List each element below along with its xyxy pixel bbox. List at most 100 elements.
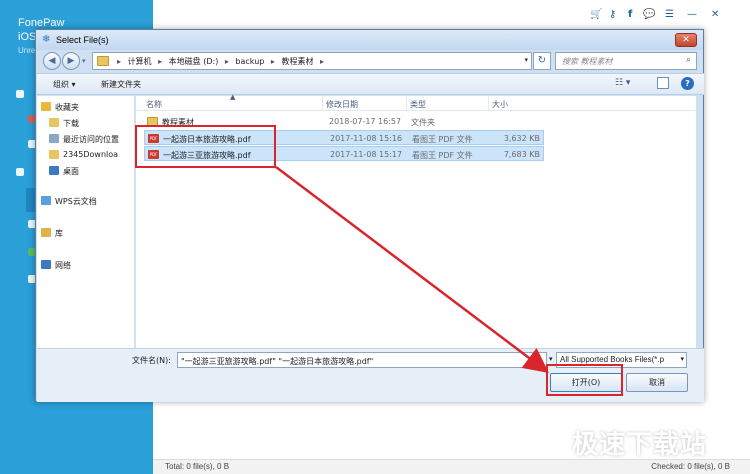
star-icon <box>41 102 51 111</box>
search-icon[interactable]: ⌕ <box>686 55 698 65</box>
app-header: 🛒 ⚷ f 💬 ☰ — ✕ <box>153 0 750 28</box>
device-icon[interactable] <box>16 90 24 98</box>
desktop-icon <box>49 166 59 175</box>
file-type-value: All Supported Books Files(*.p <box>560 355 665 364</box>
nav-item-label: 库 <box>55 229 63 238</box>
forward-button[interactable]: ▶ <box>62 52 80 70</box>
breadcrumb-current[interactable]: 教程素材 <box>281 57 313 66</box>
site-watermark: 极速下载站 <box>572 430 708 460</box>
folder-icon <box>97 56 109 66</box>
nav-item-label: 收藏夹 <box>55 103 79 112</box>
cart-icon[interactable]: 🛒 <box>590 9 602 20</box>
nav-item-label: 2345Downloa <box>63 150 119 159</box>
file-name: 一起游日本旅游攻略.pdf <box>163 135 251 144</box>
nav-item[interactable]: 桌面 <box>37 164 135 178</box>
nav-item-label: 桌面 <box>63 167 79 176</box>
column-name[interactable]: 名称 <box>146 99 162 110</box>
preview-pane-icon[interactable] <box>657 77 669 89</box>
column-size[interactable]: 大小 <box>492 99 508 110</box>
filename-history-dropdown-icon[interactable]: ▾ <box>549 355 553 363</box>
nav-item[interactable]: 收藏夹 <box>37 100 135 114</box>
file-date: 2017-11-08 15:17 <box>330 150 403 159</box>
file-type: 看图王 PDF 文件 <box>412 135 473 144</box>
file-date: 2017-11-08 15:16 <box>330 134 403 143</box>
back-button[interactable]: ◀ <box>43 52 61 70</box>
sort-arrow-icon: ▲ <box>230 93 236 101</box>
recent-locations-dropdown-icon[interactable]: ▾ <box>82 57 86 65</box>
file-list: 名称 ▲ 修改日期 类型 大小 教程素材 2018-07-17 16:57 文件夹 P… <box>136 93 696 348</box>
close-icon[interactable]: ✕ <box>711 9 719 20</box>
nav-item-label: 下载 <box>63 119 79 128</box>
expand-arrow-icon[interactable] <box>16 168 24 176</box>
file-type: 看图王 PDF 文件 <box>412 151 473 160</box>
cancel-button[interactable]: 取消 <box>626 373 688 392</box>
address-bar[interactable]: ▸ 计算机 ▸ 本地磁盘 (D:) ▸ backup ▸ 教程素材 ▸ ▾ <box>92 52 532 70</box>
facebook-icon[interactable]: f <box>628 9 632 20</box>
file-row[interactable]: 教程素材 2018-07-17 16:57 文件夹 <box>144 114 544 129</box>
recent-places-icon <box>49 134 59 143</box>
filename-label: 文件名(N): <box>132 356 171 365</box>
nav-item[interactable]: 网络 <box>37 258 135 272</box>
app-name: FonePaw <box>18 17 65 29</box>
file-row[interactable]: PDF 一起游三亚旅游攻略.pdf 2017-11-08 15:17 看图王 PDF … <box>144 146 544 161</box>
nav-item-label: 网络 <box>55 261 71 270</box>
file-type-select[interactable]: All Supported Books Files(*.p ▾ <box>556 352 687 368</box>
network-icon <box>41 260 51 269</box>
library-icon <box>41 228 51 237</box>
help-icon[interactable]: ? <box>681 77 694 90</box>
navigation-pane: 收藏夹下载最近访问的位置 2345Downloa 桌面 WPS云文档库网络 <box>37 96 135 348</box>
chevron-down-icon: ▾ <box>680 355 684 363</box>
app-status-bar: Total: 0 file(s), 0 B Checked: 0 file(s)… <box>153 459 750 474</box>
search-input[interactable]: 搜索 教程素材 <box>555 52 697 70</box>
dialog-close-button[interactable]: ✕ <box>675 33 697 47</box>
cloud-icon <box>41 196 51 205</box>
app-registration-status: Unre <box>18 46 36 55</box>
chat-icon[interactable]: 💬 <box>643 9 655 20</box>
dialog-title: Select File(s) <box>56 35 109 45</box>
address-dropdown-icon[interactable]: ▾ <box>524 56 528 64</box>
pdf-file-icon: PDF <box>148 150 159 159</box>
column-date[interactable]: 修改日期 <box>326 99 358 110</box>
nav-item-label: 最近访问的位置 <box>63 135 119 144</box>
nav-item[interactable]: 库 <box>37 226 135 240</box>
dialog-toolbar: 组织 ▾ 新建文件夹 ☷ ▾ ? <box>37 73 704 95</box>
nav-item[interactable]: WPS云文档 <box>37 194 135 208</box>
dialog-footer: 文件名(N): "一起游三亚旅游攻略.pdf" "一起游日本旅游攻略.pdf" … <box>37 348 704 402</box>
file-row[interactable]: PDF 一起游日本旅游攻略.pdf 2017-11-08 15:16 看图王 PDF … <box>144 130 544 145</box>
status-total: Total: 0 file(s), 0 B <box>165 462 230 471</box>
select-files-dialog: ❄ Select File(s) ✕ ◀ ▶ ▾ ▸ 计算机 ▸ 本地磁盘 (D… <box>35 29 704 402</box>
column-type[interactable]: 类型 <box>410 99 426 110</box>
organize-button[interactable]: 组织 ▾ <box>53 79 76 90</box>
menu-icon[interactable]: ☰ <box>665 9 674 20</box>
open-button[interactable]: 打开(O) <box>550 373 622 392</box>
nav-item[interactable]: 最近访问的位置 <box>37 132 135 146</box>
nav-item-label: WPS云文档 <box>55 197 97 206</box>
filename-input[interactable]: "一起游三亚旅游攻略.pdf" "一起游日本旅游攻略.pdf" <box>177 352 547 368</box>
minimize-icon[interactable]: — <box>687 9 697 20</box>
dialog-titlebar[interactable]: ❄ Select File(s) ✕ <box>36 30 703 50</box>
change-view-icon[interactable]: ☷ ▾ <box>615 78 630 88</box>
refresh-button[interactable]: ↻ <box>533 52 551 70</box>
folder-icon <box>147 117 158 126</box>
file-type: 文件夹 <box>411 118 435 127</box>
new-folder-button[interactable]: 新建文件夹 <box>101 79 141 90</box>
file-name: 教程素材 <box>162 118 194 127</box>
file-date: 2018-07-17 16:57 <box>329 117 402 126</box>
breadcrumb: ▸ 计算机 ▸ 本地磁盘 (D:) ▸ backup ▸ 教程素材 ▸ <box>117 57 325 66</box>
breadcrumb-computer[interactable]: 计算机 <box>128 57 152 66</box>
pdf-file-icon: PDF <box>148 134 159 143</box>
nav-item[interactable]: 下载 <box>37 116 135 130</box>
key-icon[interactable]: ⚷ <box>609 9 616 20</box>
status-checked: Checked: 0 file(s), 0 B <box>651 462 730 471</box>
breadcrumb-backup[interactable]: backup <box>235 57 264 66</box>
nav-item[interactable]: 2345Downloa <box>37 148 135 162</box>
breadcrumb-drive[interactable]: 本地磁盘 (D:) <box>169 57 219 66</box>
file-name: 一起游三亚旅游攻略.pdf <box>163 151 251 160</box>
folder-icon <box>49 150 59 159</box>
column-header: 名称 ▲ 修改日期 类型 大小 <box>136 93 696 111</box>
file-size: 3,632 KB <box>503 134 540 143</box>
app-name-product: iOS <box>18 31 37 43</box>
app-snowflake-icon: ❄ <box>42 34 51 45</box>
download-folder-icon <box>49 118 59 127</box>
file-size: 7,683 KB <box>503 150 540 159</box>
